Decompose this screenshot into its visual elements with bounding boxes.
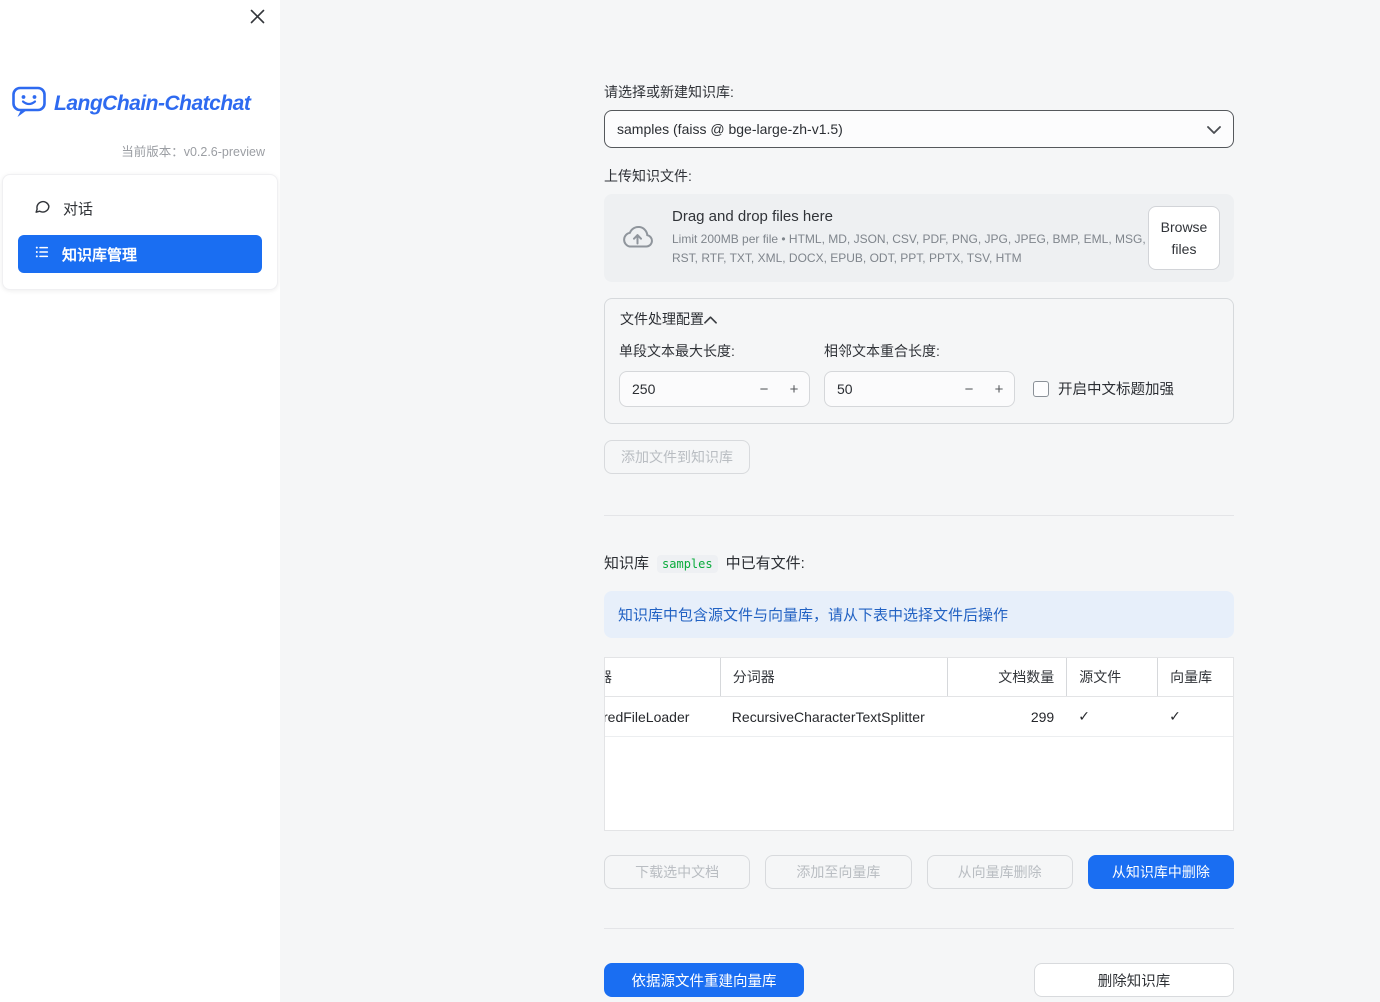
- overlap-size-increment-button[interactable]: +: [984, 372, 1014, 406]
- chevron-down-icon: [1207, 121, 1221, 137]
- zh-title-enhance-checkbox[interactable]: 开启中文标题加强: [1033, 378, 1174, 399]
- main-area: 请选择或新建知识库: samples (faiss @ bge-large-zh…: [280, 0, 1380, 1002]
- expander-header[interactable]: 文件处理配置: [605, 299, 1233, 339]
- info-banner: 知识库中包含源文件与向量库，请从下表中选择文件后操作: [604, 591, 1234, 638]
- delete-from-kb-button[interactable]: 从知识库中删除: [1087, 855, 1234, 889]
- overlap-size-decrement-button[interactable]: −: [954, 372, 984, 406]
- table-header-vector-store: 向量库: [1157, 658, 1233, 696]
- version-label: 当前版本：v0.2.6-preview: [121, 145, 265, 159]
- main-content: 请选择或新建知识库: samples (faiss @ bge-large-zh…: [604, 0, 1234, 997]
- chunk-size-label: 单段文本最大长度:: [619, 343, 735, 359]
- delete-from-vector-store-button[interactable]: 从向量库删除: [926, 855, 1073, 889]
- kb-select-value: samples (faiss @ bge-large-zh-v1.5): [617, 121, 843, 137]
- table-header-loader: 器: [605, 658, 720, 696]
- add-to-vector-store-button[interactable]: 添加至向量库: [765, 855, 912, 889]
- expander-body: 单段文本最大长度: 250 − + 相邻文本重合长度: 50 − + 开启中文标…: [605, 339, 1233, 423]
- kb-name-code: samples: [657, 555, 718, 573]
- kb-select-label: 请选择或新建知识库:: [604, 84, 734, 100]
- rebuild-vector-store-button[interactable]: 依据源文件重建向量库: [604, 963, 804, 997]
- upload-label: 上传知识文件:: [604, 168, 692, 184]
- table-row[interactable]: redFileLoader RecursiveCharacterTextSpli…: [605, 697, 1233, 737]
- app-title: LangChain-Chatchat: [54, 91, 251, 115]
- check-mark: ✓: [1078, 708, 1090, 724]
- close-icon: [250, 9, 265, 27]
- cell-source-check: ✓: [1066, 697, 1157, 736]
- sidebar: LangChain-Chatchat 当前版本：v0.2.6-preview 对…: [0, 0, 280, 1002]
- list-icon: [34, 244, 50, 264]
- heading-prefix: 知识库: [604, 555, 650, 572]
- browse-files-button[interactable]: Browse files: [1148, 205, 1220, 271]
- file-config-expander: 文件处理配置 单段文本最大长度: 250 − + 相邻文本重合长度: 50 − …: [604, 298, 1234, 424]
- download-selected-button[interactable]: 下载选中文档: [604, 855, 751, 889]
- chunk-size-decrement-button[interactable]: −: [749, 372, 779, 406]
- file-dropzone[interactable]: Drag and drop files here Limit 200MB per…: [604, 194, 1234, 282]
- checkbox-box: [1033, 380, 1049, 397]
- chunk-size-value: 250: [632, 381, 656, 397]
- checkbox-label: 开启中文标题加强: [1058, 382, 1174, 398]
- delete-kb-button[interactable]: 删除知识库: [1034, 963, 1234, 997]
- kb-select[interactable]: samples (faiss @ bge-large-zh-v1.5): [604, 110, 1234, 148]
- table-header-doc-count: 文档数量: [947, 658, 1066, 696]
- table-header-splitter: 分词器: [719, 658, 948, 696]
- sidebar-close-button[interactable]: [248, 9, 266, 27]
- table-header-source-file: 源文件: [1066, 658, 1157, 696]
- sidebar-menu: 对话 知识库管理: [2, 174, 278, 290]
- chunk-size-input[interactable]: 250 − +: [619, 371, 810, 407]
- existing-files-heading: 知识库 samples 中已有文件:: [604, 552, 1234, 573]
- add-files-to-kb-button[interactable]: 添加文件到知识库: [604, 440, 750, 474]
- logo: LangChain-Chatchat: [12, 86, 268, 121]
- heading-suffix: 中已有文件:: [725, 555, 805, 572]
- table-header-row: 器 分词器 文档数量 源文件 向量库: [605, 658, 1233, 697]
- overlap-size-value: 50: [837, 381, 853, 397]
- check-mark: ✓: [1169, 708, 1181, 724]
- cell-splitter: RecursiveCharacterTextSplitter: [731, 708, 925, 725]
- chunk-size-group: 单段文本最大长度: 250 − +: [619, 341, 810, 407]
- divider: [604, 515, 1234, 516]
- chat-bubble-icon: [34, 198, 51, 219]
- chunk-size-increment-button[interactable]: +: [779, 372, 809, 406]
- overlap-size-input[interactable]: 50 − +: [824, 371, 1015, 407]
- uploader-text: Drag and drop files here Limit 200MB per…: [672, 208, 1148, 267]
- uploader-limit-text: Limit 200MB per file • HTML, MD, JSON, C…: [672, 232, 1146, 265]
- overlap-size-group: 相邻文本重合长度: 50 − +: [824, 341, 1015, 407]
- sidebar-item-kb-management[interactable]: 知识库管理: [18, 235, 262, 273]
- overlap-size-label: 相邻文本重合长度:: [824, 343, 940, 359]
- uploader-title: Drag and drop files here: [672, 208, 833, 226]
- cell-doc-count: 299: [1030, 708, 1055, 725]
- sidebar-item-dialogue[interactable]: 对话: [18, 189, 262, 227]
- sidebar-item-label: 对话: [63, 200, 94, 218]
- files-table[interactable]: 器 分词器 文档数量 源文件 向量库 redFileLoader Recursi…: [604, 657, 1234, 831]
- sidebar-item-label: 知识库管理: [62, 246, 138, 264]
- kb-bottom-actions: 依据源文件重建向量库 删除知识库: [604, 963, 1234, 997]
- expander-title: 文件处理配置: [620, 311, 704, 327]
- cell-vector-check: ✓: [1157, 697, 1233, 736]
- logo-chat-icon: [12, 86, 46, 121]
- cell-loader: redFileLoader: [605, 708, 690, 725]
- file-action-buttons: 下载选中文档 添加至向量库 从向量库删除 从知识库中删除: [604, 855, 1234, 889]
- chevron-up-icon: [704, 311, 717, 327]
- cloud-upload-icon: [618, 222, 656, 255]
- divider: [604, 928, 1234, 929]
